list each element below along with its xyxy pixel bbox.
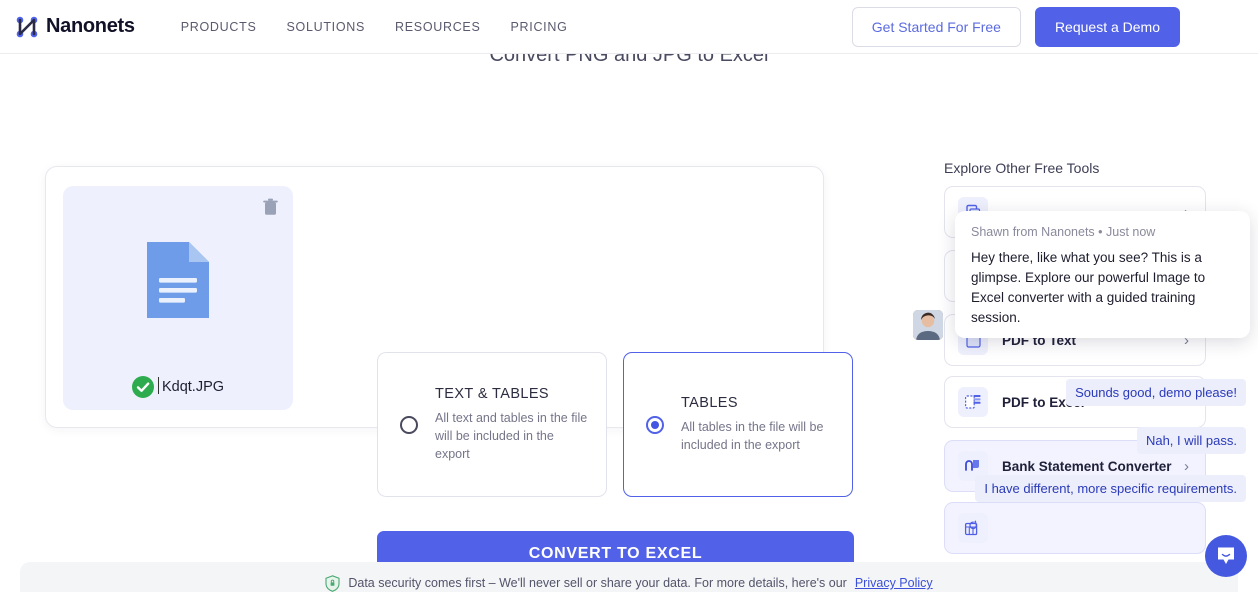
chat-message-text: Hey there, like what you see? This is a … bbox=[971, 250, 1206, 326]
check-circle-icon bbox=[131, 376, 154, 398]
option-text-and-tables[interactable]: TEXT & TABLES All text and tables in the… bbox=[377, 352, 607, 497]
nav-item-pricing[interactable]: PRICING bbox=[511, 20, 568, 34]
nav-item-solutions[interactable]: SOLUTIONS bbox=[286, 20, 365, 34]
tool-row-bank-statement-converter[interactable] bbox=[944, 502, 1206, 554]
footer-text: Data security comes first – We'll never … bbox=[348, 576, 847, 590]
pdf-to-text-icon bbox=[958, 387, 988, 417]
chat-sender-line: Shawn from Nanonets • Just now bbox=[971, 225, 1156, 239]
privacy-policy-link[interactable]: Privacy Policy bbox=[855, 576, 933, 590]
trash-icon[interactable] bbox=[262, 198, 279, 216]
chat-reply-option-3[interactable]: I have different, more specific requirem… bbox=[975, 475, 1246, 502]
file-name-label: Kdqt.JPG bbox=[157, 377, 225, 395]
nav-item-products[interactable]: PRODUCTS bbox=[181, 20, 257, 34]
main-nav: PRODUCTS SOLUTIONS RESOURCES PRICING bbox=[181, 20, 568, 34]
header-actions: Get Started For Free Request a Demo bbox=[851, 6, 1180, 47]
radio-tables[interactable] bbox=[646, 415, 664, 434]
chat-reply-option-2[interactable]: Nah, I will pass. bbox=[1136, 427, 1246, 454]
chevron-right-icon: › bbox=[1184, 457, 1189, 475]
site-header: Nanonets PRODUCTS SOLUTIONS RESOURCES PR… bbox=[0, 0, 1258, 54]
option-title: TABLES bbox=[681, 394, 738, 411]
chat-reply-option-1[interactable]: Sounds good, demo please! bbox=[1066, 379, 1246, 406]
option-tables[interactable]: TABLES All tables in the file will be in… bbox=[623, 352, 853, 497]
uploaded-file-tile: Kdqt.JPG bbox=[63, 186, 293, 410]
chat-bubble-icon bbox=[1218, 547, 1234, 564]
brand-logo[interactable]: Nanonets bbox=[14, 14, 135, 40]
radio-text-and-tables[interactable] bbox=[400, 415, 418, 434]
get-started-button[interactable]: Get Started For Free bbox=[851, 6, 1021, 47]
request-demo-button[interactable]: Request a Demo bbox=[1034, 6, 1180, 47]
avatar-photo bbox=[913, 310, 943, 340]
option-description: All tables in the file will be included … bbox=[681, 419, 824, 452]
option-title: TEXT & TABLES bbox=[435, 385, 549, 402]
option-body: TABLES All tables in the file will be in… bbox=[681, 395, 852, 454]
tools-panel-title: Explore Other Free Tools bbox=[944, 160, 1100, 176]
option-body: TEXT & TABLES All text and tables in the… bbox=[435, 386, 606, 463]
tool-label: Bank Statement Converter bbox=[1002, 458, 1172, 474]
bank-statement-icon bbox=[958, 513, 988, 543]
chat-launcher-button[interactable] bbox=[1205, 535, 1247, 577]
file-status-row: Kdqt.JPG bbox=[63, 376, 293, 398]
chat-agent-avatar bbox=[913, 310, 943, 340]
document-icon bbox=[147, 242, 209, 318]
data-security-footer: Data security comes first – We'll never … bbox=[20, 562, 1238, 592]
brand-name: Nanonets bbox=[46, 15, 135, 37]
nav-item-resources[interactable]: RESOURCES bbox=[395, 20, 480, 34]
chat-message-popup: Shawn from Nanonets • Just now Hey there… bbox=[955, 211, 1250, 338]
option-description: All text and tables in the file will be … bbox=[435, 410, 588, 462]
converter-card: Kdqt.JPG TEXT & TABLES All text and tabl… bbox=[45, 166, 854, 577]
nanonets-logo-icon bbox=[16, 16, 38, 37]
shield-icon bbox=[325, 574, 340, 592]
